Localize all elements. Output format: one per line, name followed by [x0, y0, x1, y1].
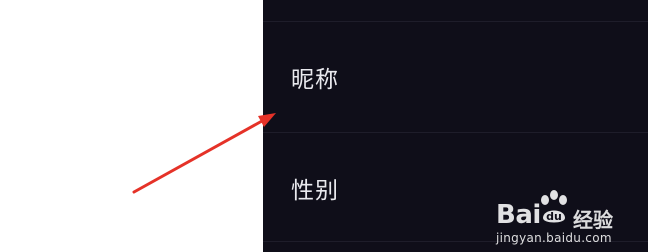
settings-row-nickname[interactable]: 昵称	[263, 22, 648, 132]
brand-left-text: Bai	[496, 200, 541, 230]
svg-text:du: du	[546, 210, 562, 223]
paw-icon: du	[541, 190, 567, 223]
left-blank-area	[0, 0, 263, 252]
brand-cn-text: 经验	[573, 208, 613, 232]
nickname-label: 昵称	[291, 67, 339, 93]
baidu-jingyan-watermark: Bai du 经验 jingyan.baidu.com	[496, 184, 646, 250]
settings-row-above[interactable]	[263, 0, 648, 22]
gender-label: 性别	[291, 177, 339, 204]
watermark-url: jingyan.baidu.com	[496, 231, 612, 245]
baidu-logo: Bai du 经验	[496, 188, 646, 232]
